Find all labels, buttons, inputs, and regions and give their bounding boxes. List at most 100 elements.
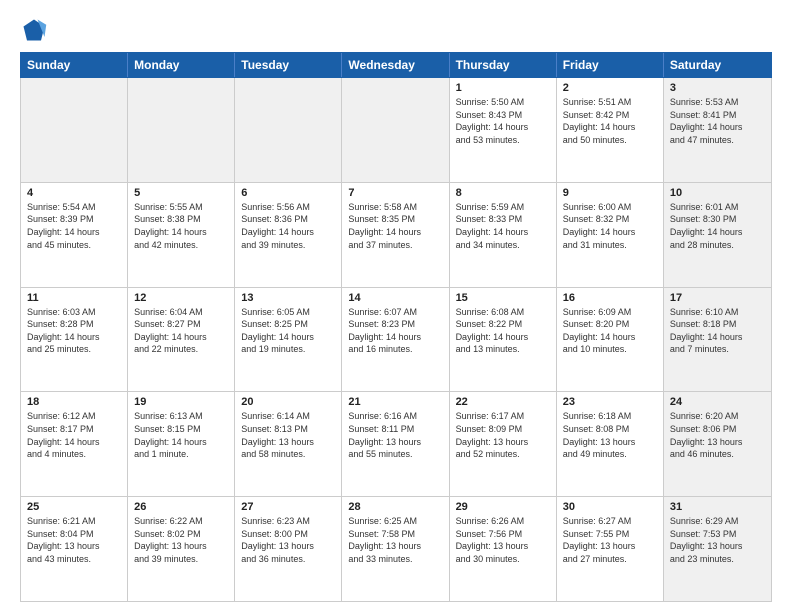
day-number: 21 (348, 396, 442, 408)
day-number: 12 (134, 292, 228, 304)
day-number: 18 (27, 396, 121, 408)
day-number: 27 (241, 501, 335, 513)
calendar-cell: 10 Sunrise: 6:01 AM Sunset: 8:30 PM Dayli… (664, 183, 771, 287)
day-info: Sunrise: 6:12 AM Sunset: 8:17 PM Dayligh… (27, 410, 121, 460)
day-info: Sunrise: 6:00 AM Sunset: 8:32 PM Dayligh… (563, 201, 657, 251)
calendar-cell: 14 Sunrise: 6:07 AM Sunset: 8:23 PM Dayli… (342, 288, 449, 392)
day-info: Sunrise: 6:17 AM Sunset: 8:09 PM Dayligh… (456, 410, 550, 460)
calendar-cell: 24 Sunrise: 6:20 AM Sunset: 8:06 PM Dayli… (664, 392, 771, 496)
calendar-cell: 12 Sunrise: 6:04 AM Sunset: 8:27 PM Dayli… (128, 288, 235, 392)
calendar-body: 1 Sunrise: 5:50 AM Sunset: 8:43 PM Daylig… (20, 78, 772, 602)
day-number: 17 (670, 292, 765, 304)
calendar-cell: 3Sunrise: 5:53 AM Sunset: 8:41 PM Daylig… (664, 78, 771, 182)
day-number: 31 (670, 501, 765, 513)
day-number: 7 (348, 187, 442, 199)
calendar-cell (21, 78, 128, 182)
header-day: Tuesday (235, 53, 342, 77)
calendar-cell: 25 Sunrise: 6:21 AM Sunset: 8:04 PM Dayli… (21, 497, 128, 601)
calendar-header: SundayMondayTuesdayWednesdayThursdayFrid… (20, 52, 772, 78)
calendar-cell: 11 Sunrise: 6:03 AM Sunset: 8:28 PM Dayli… (21, 288, 128, 392)
calendar-cell: 22 Sunrise: 6:17 AM Sunset: 8:09 PM Dayli… (450, 392, 557, 496)
day-info: Sunrise: 5:54 AM Sunset: 8:39 PM Dayligh… (27, 201, 121, 251)
day-number: 11 (27, 292, 121, 304)
day-info: Sunrise: 6:03 AM Sunset: 8:28 PM Dayligh… (27, 306, 121, 356)
calendar-cell: 1 Sunrise: 5:50 AM Sunset: 8:43 PM Daylig… (450, 78, 557, 182)
calendar-cell: 2 Sunrise: 5:51 AM Sunset: 8:42 PM Daylig… (557, 78, 664, 182)
calendar-row: 1 Sunrise: 5:50 AM Sunset: 8:43 PM Daylig… (21, 78, 771, 183)
day-number: 20 (241, 396, 335, 408)
day-info: Sunrise: 6:04 AM Sunset: 8:27 PM Dayligh… (134, 306, 228, 356)
day-number: 6 (241, 187, 335, 199)
calendar: SundayMondayTuesdayWednesdayThursdayFrid… (20, 52, 772, 602)
day-number: 30 (563, 501, 657, 513)
day-info: Sunrise: 6:21 AM Sunset: 8:04 PM Dayligh… (27, 515, 121, 565)
day-number: 2 (563, 82, 657, 94)
page: SundayMondayTuesdayWednesdayThursdayFrid… (0, 0, 792, 612)
day-number: 16 (563, 292, 657, 304)
calendar-cell: 26Sunrise: 6:22 AM Sunset: 8:02 PM Dayli… (128, 497, 235, 601)
day-number: 5 (134, 187, 228, 199)
day-info: Sunrise: 6:05 AM Sunset: 8:25 PM Dayligh… (241, 306, 335, 356)
day-number: 29 (456, 501, 550, 513)
day-number: 14 (348, 292, 442, 304)
calendar-cell: 20 Sunrise: 6:14 AM Sunset: 8:13 PM Dayli… (235, 392, 342, 496)
day-info: Sunrise: 5:59 AM Sunset: 8:33 PM Dayligh… (456, 201, 550, 251)
day-number: 1 (456, 82, 550, 94)
day-info: Sunrise: 6:20 AM Sunset: 8:06 PM Dayligh… (670, 410, 765, 460)
day-info: Sunrise: 5:51 AM Sunset: 8:42 PM Dayligh… (563, 96, 657, 146)
day-info: Sunrise: 6:25 AM Sunset: 7:58 PM Dayligh… (348, 515, 442, 565)
calendar-cell: 29 Sunrise: 6:26 AM Sunset: 7:56 PM Dayli… (450, 497, 557, 601)
day-info: Sunrise: 6:14 AM Sunset: 8:13 PM Dayligh… (241, 410, 335, 460)
day-number: 22 (456, 396, 550, 408)
calendar-cell: 8 Sunrise: 5:59 AM Sunset: 8:33 PM Daylig… (450, 183, 557, 287)
day-number: 28 (348, 501, 442, 513)
calendar-row: 4 Sunrise: 5:54 AM Sunset: 8:39 PM Daylig… (21, 183, 771, 288)
day-number: 10 (670, 187, 765, 199)
calendar-cell: 9 Sunrise: 6:00 AM Sunset: 8:32 PM Daylig… (557, 183, 664, 287)
header-day: Monday (128, 53, 235, 77)
calendar-cell: 17 Sunrise: 6:10 AM Sunset: 8:18 PM Dayli… (664, 288, 771, 392)
calendar-cell: 16Sunrise: 6:09 AM Sunset: 8:20 PM Dayli… (557, 288, 664, 392)
calendar-cell: 6 Sunrise: 5:56 AM Sunset: 8:36 PM Daylig… (235, 183, 342, 287)
calendar-cell: 19 Sunrise: 6:13 AM Sunset: 8:15 PM Dayli… (128, 392, 235, 496)
day-info: Sunrise: 5:56 AM Sunset: 8:36 PM Dayligh… (241, 201, 335, 251)
day-number: 19 (134, 396, 228, 408)
day-info: Sunrise: 6:18 AM Sunset: 8:08 PM Dayligh… (563, 410, 657, 460)
day-number: 9 (563, 187, 657, 199)
day-info: Sunrise: 6:26 AM Sunset: 7:56 PM Dayligh… (456, 515, 550, 565)
calendar-row: 25 Sunrise: 6:21 AM Sunset: 8:04 PM Dayli… (21, 497, 771, 601)
calendar-cell: 5 Sunrise: 5:55 AM Sunset: 8:38 PM Daylig… (128, 183, 235, 287)
day-number: 25 (27, 501, 121, 513)
day-info: Sunrise: 6:23 AM Sunset: 8:00 PM Dayligh… (241, 515, 335, 565)
day-info: Sunrise: 6:01 AM Sunset: 8:30 PM Dayligh… (670, 201, 765, 251)
day-number: 4 (27, 187, 121, 199)
calendar-cell (128, 78, 235, 182)
calendar-cell: 13 Sunrise: 6:05 AM Sunset: 8:25 PM Dayli… (235, 288, 342, 392)
day-info: Sunrise: 6:07 AM Sunset: 8:23 PM Dayligh… (348, 306, 442, 356)
day-info: Sunrise: 5:50 AM Sunset: 8:43 PM Dayligh… (456, 96, 550, 146)
day-info: Sunrise: 6:27 AM Sunset: 7:55 PM Dayligh… (563, 515, 657, 565)
calendar-cell (235, 78, 342, 182)
calendar-cell: 28 Sunrise: 6:25 AM Sunset: 7:58 PM Dayli… (342, 497, 449, 601)
day-info: Sunrise: 6:10 AM Sunset: 8:18 PM Dayligh… (670, 306, 765, 356)
calendar-cell: 18 Sunrise: 6:12 AM Sunset: 8:17 PM Dayli… (21, 392, 128, 496)
day-number: 24 (670, 396, 765, 408)
day-info: Sunrise: 6:13 AM Sunset: 8:15 PM Dayligh… (134, 410, 228, 460)
day-info: Sunrise: 6:16 AM Sunset: 8:11 PM Dayligh… (348, 410, 442, 460)
day-info: Sunrise: 6:29 AM Sunset: 7:53 PM Dayligh… (670, 515, 765, 565)
day-info: Sunrise: 5:55 AM Sunset: 8:38 PM Dayligh… (134, 201, 228, 251)
day-info: Sunrise: 5:53 AM Sunset: 8:41 PM Dayligh… (670, 96, 765, 146)
calendar-cell: 23 Sunrise: 6:18 AM Sunset: 8:08 PM Dayli… (557, 392, 664, 496)
header-day: Thursday (450, 53, 557, 77)
logo (20, 16, 52, 44)
header-day: Wednesday (342, 53, 449, 77)
calendar-row: 18 Sunrise: 6:12 AM Sunset: 8:17 PM Dayli… (21, 392, 771, 497)
day-info: Sunrise: 6:22 AM Sunset: 8:02 PM Dayligh… (134, 515, 228, 565)
day-number: 8 (456, 187, 550, 199)
calendar-cell: 7 Sunrise: 5:58 AM Sunset: 8:35 PM Daylig… (342, 183, 449, 287)
day-info: Sunrise: 5:58 AM Sunset: 8:35 PM Dayligh… (348, 201, 442, 251)
calendar-cell: 31 Sunrise: 6:29 AM Sunset: 7:53 PM Dayli… (664, 497, 771, 601)
day-number: 13 (241, 292, 335, 304)
header-day: Sunday (21, 53, 128, 77)
day-number: 23 (563, 396, 657, 408)
